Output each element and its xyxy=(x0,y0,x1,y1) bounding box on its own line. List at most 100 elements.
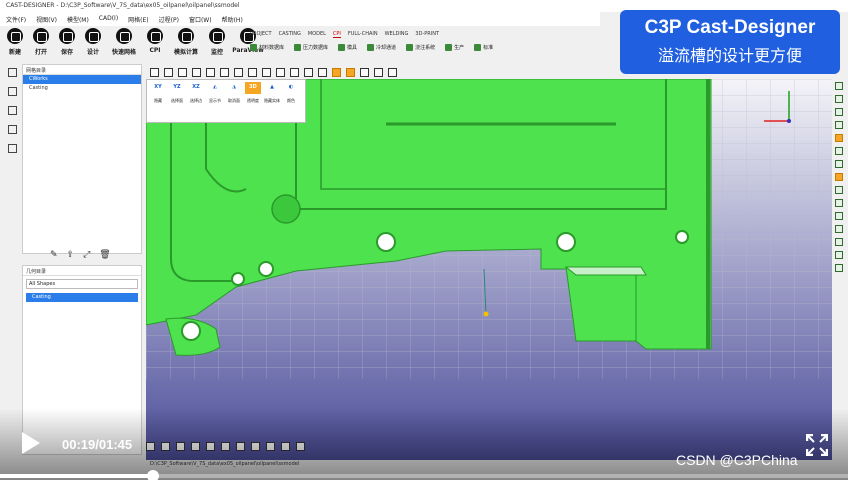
fullscreen-icon[interactable] xyxy=(806,434,828,456)
node-icon[interactable] xyxy=(206,442,215,451)
layer-3-icon[interactable] xyxy=(835,108,843,116)
design-button[interactable]: 设计 xyxy=(82,28,104,64)
tab-full-chain[interactable]: FULL-CHAIN xyxy=(348,31,378,38)
export-icon[interactable] xyxy=(296,442,305,451)
view-3d-button[interactable]: 3D xyxy=(245,82,261,94)
render-mode-icon[interactable] xyxy=(290,68,299,77)
view-iso-b-button[interactable]: ◮ xyxy=(226,82,242,94)
save-button[interactable]: 保存 xyxy=(56,28,78,64)
geometry-item-casting[interactable]: Casting xyxy=(26,293,138,302)
pressure-database-button[interactable]: 压力数据库 xyxy=(294,44,328,51)
tab-welding[interactable]: WELDING xyxy=(385,31,409,38)
line-icon[interactable] xyxy=(191,442,200,451)
quick-mesh-button[interactable]: 快速网格 xyxy=(108,28,140,64)
edit-icon[interactable]: ✎ xyxy=(50,250,58,260)
layer-4-icon[interactable] xyxy=(835,121,843,129)
geometry-icon[interactable] xyxy=(7,87,17,96)
tab-model[interactable]: MODEL xyxy=(308,31,326,38)
menu-mesh[interactable]: 网格(E) xyxy=(128,15,148,24)
die-button[interactable]: 模具 xyxy=(338,44,357,51)
new-button[interactable]: 新建 xyxy=(4,28,26,64)
production-button[interactable]: 生产 xyxy=(445,44,464,51)
select-tool-icon[interactable] xyxy=(150,68,159,77)
front-view-icon[interactable] xyxy=(192,68,201,77)
pan-tool-icon[interactable] xyxy=(178,68,187,77)
export-tool-icon[interactable] xyxy=(835,225,843,233)
gating-system-button[interactable]: 浇注系统 xyxy=(406,44,435,51)
import-icon[interactable]: ⇪ xyxy=(67,250,75,260)
view-xy-button[interactable]: XY xyxy=(150,82,166,94)
cpi-button[interactable]: CPI xyxy=(144,28,166,64)
undo-icon[interactable] xyxy=(146,442,155,451)
sensor-tool-icon[interactable] xyxy=(835,212,843,220)
right-view-icon[interactable] xyxy=(234,68,243,77)
measure-icon[interactable] xyxy=(176,442,185,451)
cooling-tool-icon[interactable] xyxy=(835,199,843,207)
zoom-selected-icon[interactable] xyxy=(346,68,355,77)
pick-icon[interactable] xyxy=(236,442,245,451)
overflow-tool-icon[interactable] xyxy=(835,134,843,142)
back-view-icon[interactable] xyxy=(206,68,215,77)
rotate-tool-icon[interactable] xyxy=(164,68,173,77)
section-icon[interactable] xyxy=(374,68,383,77)
iso-view-icon[interactable] xyxy=(276,68,285,77)
top-view-icon[interactable] xyxy=(248,68,257,77)
shape-filter-select[interactable]: All Shapes xyxy=(26,279,138,289)
project-icon[interactable] xyxy=(7,68,17,77)
probe-point[interactable] xyxy=(483,311,489,317)
3d-viewport[interactable] xyxy=(146,79,832,460)
menu-model[interactable]: 模型(M) xyxy=(67,15,89,24)
tree-item-cworks[interactable]: CWorks xyxy=(23,75,141,84)
mesh-tool-icon[interactable] xyxy=(835,251,843,259)
tab-casting[interactable]: CASTING xyxy=(279,31,301,38)
tab-project[interactable]: PROJECT xyxy=(250,31,272,38)
zoom-window-icon[interactable] xyxy=(318,68,327,77)
menu-help[interactable]: 帮助(H) xyxy=(222,15,243,24)
gate-tool-icon[interactable] xyxy=(835,147,843,155)
open-button[interactable]: 打开 xyxy=(30,28,52,64)
check-icon[interactable] xyxy=(281,442,290,451)
layer-2-icon[interactable] xyxy=(835,95,843,103)
runner-tool-icon[interactable] xyxy=(835,160,843,168)
check-tool-icon[interactable] xyxy=(835,238,843,246)
layout-icon[interactable] xyxy=(7,125,17,134)
settings-icon[interactable] xyxy=(7,144,17,153)
save-view-icon[interactable] xyxy=(266,442,275,451)
tab-3d-print[interactable]: 3D-PRINT xyxy=(415,31,439,38)
zoom-fit-icon[interactable] xyxy=(332,68,341,77)
monitor-button[interactable]: 监控 xyxy=(206,28,228,64)
menu-view[interactable]: 视图(V) xyxy=(36,15,57,24)
zoom-icon[interactable] xyxy=(304,68,313,77)
mesh-icon[interactable] xyxy=(7,106,17,115)
bottom-view-icon[interactable] xyxy=(262,68,271,77)
standard-button[interactable]: 标准 xyxy=(474,44,493,51)
copy-icon[interactable] xyxy=(251,442,260,451)
split-icon[interactable]: ⤢ xyxy=(83,250,90,260)
result-tool-icon[interactable] xyxy=(835,264,843,272)
view-iso-a-button[interactable]: ◭ xyxy=(207,82,223,94)
tab-cpi[interactable]: CPI xyxy=(332,31,341,38)
menu-cad[interactable]: CAD(I) xyxy=(99,15,118,23)
menu-window[interactable]: 窗口(W) xyxy=(189,15,212,24)
color-legend-icon[interactable] xyxy=(388,68,397,77)
cooling-channel-button[interactable]: 冷却通道 xyxy=(367,44,396,51)
material-database-button[interactable]: 材料数据库 xyxy=(250,44,284,51)
redo-icon[interactable] xyxy=(161,442,170,451)
view-perspective-button[interactable]: ▲ xyxy=(264,82,280,94)
delete-icon[interactable]: 🗑 xyxy=(99,250,110,260)
layer-1-icon[interactable] xyxy=(835,82,843,90)
video-progress-knob[interactable] xyxy=(147,470,160,480)
view-xz-button[interactable]: XZ xyxy=(188,82,204,94)
view-shading-button[interactable]: ◐ xyxy=(283,82,299,94)
simulation-button[interactable]: 模拟计算 xyxy=(170,28,202,64)
menu-process[interactable]: 过程(P) xyxy=(159,15,179,24)
selected-tool-icon[interactable] xyxy=(835,173,843,181)
clip-plane-icon[interactable] xyxy=(360,68,369,77)
play-icon[interactable] xyxy=(22,432,40,454)
view-yz-button[interactable]: YZ xyxy=(169,82,185,94)
tree-item-casting[interactable]: Casting xyxy=(23,84,141,93)
left-view-icon[interactable] xyxy=(220,68,229,77)
vent-tool-icon[interactable] xyxy=(835,186,843,194)
filter-icon[interactable] xyxy=(221,442,230,451)
menu-file[interactable]: 文件(F) xyxy=(6,15,26,24)
